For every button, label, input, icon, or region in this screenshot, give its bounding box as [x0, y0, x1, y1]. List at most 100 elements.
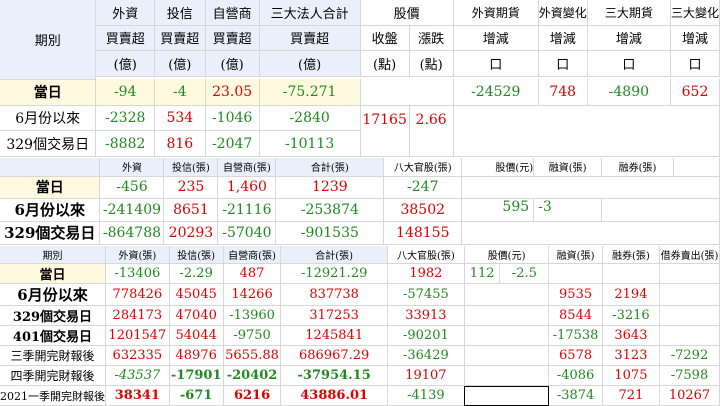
cell-foreign[interactable]: -2328 [95, 105, 155, 132]
cell-total[interactable]: -37954.15 [280, 365, 388, 386]
cell-total[interactable]: 837738 [280, 283, 388, 306]
cell-eight[interactable]: 33913 [387, 305, 465, 326]
cell-short[interactable] [602, 263, 660, 284]
cell-margin[interactable]: -17538 [548, 325, 603, 346]
sub-delta: 增減 [587, 25, 671, 52]
cell-margin[interactable] [548, 263, 603, 284]
cell-borrow[interactable] [659, 283, 720, 306]
cell-eight[interactable]: 148155 [383, 221, 463, 246]
cell-price[interactable]: 112 [464, 263, 501, 284]
cell-trust[interactable]: 235 [163, 176, 219, 199]
cell-dealer[interactable]: -9750 [223, 325, 282, 346]
cell-eight[interactable]: 19107 [387, 365, 465, 386]
cell-trust[interactable]: -671 [169, 385, 224, 406]
cell-foreign[interactable]: -864788 [99, 221, 165, 246]
cell-short[interactable]: 721 [602, 385, 660, 406]
cell-margin[interactable]: 9535 [548, 283, 603, 306]
cell-dealer[interactable]: 5655.88 [223, 345, 282, 366]
cell-total[interactable]: -75.271 [259, 79, 361, 106]
cell-foreign[interactable]: -456 [99, 176, 165, 199]
cell-borrow[interactable]: 10267 [659, 385, 720, 406]
cell-trust[interactable]: 8651 [163, 198, 219, 222]
cell-eight[interactable]: -247 [383, 176, 463, 199]
cell-foreign[interactable]: 284173 [105, 305, 170, 326]
cell-foreign[interactable]: 38341 [105, 385, 170, 406]
cell-eight[interactable]: -36429 [387, 345, 465, 366]
cell-foreign[interactable]: -8882 [95, 130, 155, 157]
cell-borrow[interactable] [659, 305, 720, 326]
cell-eight[interactable]: -57455 [387, 283, 465, 306]
cell-total[interactable]: -901535 [275, 221, 385, 246]
cell-trust[interactable]: 534 [154, 105, 206, 132]
cell-eight[interactable]: -90201 [387, 325, 465, 346]
cell-short[interactable]: 2194 [602, 283, 660, 306]
cell-trust[interactable]: 816 [154, 130, 206, 157]
cell-price[interactable]: 595 [461, 198, 535, 222]
cell-borrow[interactable] [659, 325, 720, 346]
cell-total[interactable]: -10113 [259, 130, 361, 157]
cell-total[interactable]: 1239 [275, 176, 385, 199]
cell-total[interactable]: 317253 [280, 305, 388, 326]
cell-dealer[interactable]: -20402 [223, 365, 282, 386]
cell-margin[interactable]: -3874 [548, 385, 603, 406]
cell-empty [464, 305, 550, 326]
col-margin: 融資(張) [548, 246, 603, 264]
cell-borrow[interactable]: -7598 [659, 365, 720, 386]
cell-foreign[interactable]: -241409 [99, 198, 165, 222]
cell-price-change[interactable]: 2.66 [409, 105, 454, 158]
cell-total[interactable]: 43886.01 [280, 385, 388, 406]
cell-trust[interactable]: 47040 [169, 305, 224, 326]
table-row: 三季開完財報後 632335 48976 5655.88 686967.29 -… [0, 345, 720, 366]
cell-margin[interactable]: 6578 [548, 345, 603, 366]
cell-total[interactable]: 1245841 [280, 325, 388, 346]
cell-price-change[interactable]: -2.5 [499, 263, 550, 284]
cell-trust[interactable]: -4 [154, 79, 206, 106]
cell-margin[interactable]: -4086 [548, 365, 603, 386]
cell-foreign[interactable]: -94 [95, 79, 155, 106]
cell-short[interactable]: -3216 [602, 305, 660, 326]
selected-cell[interactable] [464, 385, 550, 406]
row-label: 329個交易日 [0, 221, 101, 246]
cell-total[interactable]: -2840 [259, 105, 361, 132]
cell-foreign[interactable]: -13406 [105, 263, 170, 284]
cell-trust[interactable]: 20293 [163, 221, 219, 246]
cell-trust[interactable]: -17901 [169, 365, 224, 386]
cell-dealer[interactable]: -2047 [205, 130, 260, 157]
cell-trust[interactable]: 48976 [169, 345, 224, 366]
cell-dealer[interactable]: -1046 [205, 105, 260, 132]
cell-short[interactable]: 1075 [602, 365, 660, 386]
cell-short[interactable]: 3123 [602, 345, 660, 366]
cell-dealer[interactable]: -57040 [217, 221, 277, 246]
cell-price-change[interactable]: -3 [533, 198, 603, 222]
cell-eight[interactable]: 38502 [383, 198, 463, 222]
cell-fut-foreign[interactable]: -24529 [453, 79, 539, 106]
cell-trust[interactable]: -2.29 [169, 263, 224, 284]
cell-total[interactable]: -12921.29 [280, 263, 388, 284]
cell-dealer[interactable]: 14266 [223, 283, 282, 306]
cell-borrow[interactable] [659, 263, 720, 284]
cell-eight[interactable]: -4139 [387, 385, 465, 406]
cell-trust[interactable]: 54044 [169, 325, 224, 346]
cell-total[interactable]: -253874 [275, 198, 385, 222]
cell-dealer[interactable]: 6216 [223, 385, 282, 406]
cell-borrow[interactable]: -7292 [659, 345, 720, 366]
cell-fut-three-chg[interactable]: 652 [670, 79, 720, 106]
cell-short[interactable]: 3643 [602, 325, 660, 346]
cell-price-close[interactable]: 17165 [360, 105, 410, 158]
cell-dealer[interactable]: -13960 [223, 305, 282, 326]
cell-dealer[interactable]: -21116 [217, 198, 277, 222]
cell-margin[interactable]: 8544 [548, 305, 603, 326]
cell-trust[interactable]: 45045 [169, 283, 224, 306]
cell-fut-foreign-chg[interactable]: 748 [538, 79, 588, 106]
cell-dealer[interactable]: 23.05 [205, 79, 260, 106]
cell-fut-three[interactable]: -4890 [587, 79, 671, 106]
cell-foreign[interactable]: 1201547 [105, 325, 170, 346]
col-trust: 投信(張) [163, 158, 219, 177]
cell-dealer[interactable]: 487 [223, 263, 282, 284]
cell-foreign[interactable]: 632335 [105, 345, 170, 366]
cell-foreign[interactable]: -43537 [105, 365, 170, 386]
cell-foreign[interactable]: 778426 [105, 283, 170, 306]
cell-eight[interactable]: 1982 [387, 263, 465, 284]
cell-dealer[interactable]: 1,460 [217, 176, 277, 199]
cell-total[interactable]: 686967.29 [280, 345, 388, 366]
